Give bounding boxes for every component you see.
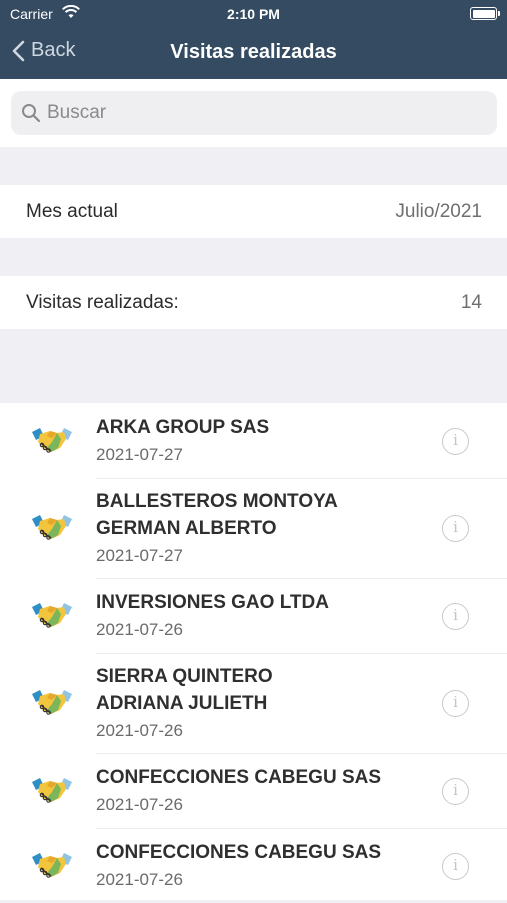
visit-client-name: CONFECCIONES CABEGU SAS	[96, 842, 382, 863]
handshake-icon	[30, 849, 74, 888]
visit-row[interactable]: BALLESTEROS MONTOYA GERMAN ALBERTO 2021-07…	[0, 478, 507, 578]
info-icon[interactable]: i	[442, 428, 469, 455]
search-bar-container	[0, 79, 507, 147]
clock: 2:10 PM	[227, 6, 280, 22]
visit-row[interactable]: CONFECCIONES CABEGU SAS 2021-07-26 i	[0, 753, 507, 828]
navigation-bar: Carrier 2:10 PM Back Visitas realizadas	[0, 0, 507, 79]
handshake-icon	[30, 511, 74, 550]
page-title: Visitas realizadas	[170, 41, 337, 63]
handshake-icon	[30, 599, 74, 638]
battery-icon	[470, 7, 500, 20]
visit-row[interactable]: SIERRA QUINTERO ADRIANA JULIETH 2021-07-26…	[0, 653, 507, 753]
info-icon[interactable]: i	[442, 778, 469, 805]
status-bar: Carrier 2:10 PM	[0, 0, 507, 28]
visit-client-name: ADRIANA JULIETH	[96, 693, 268, 714]
visits-list: ARKA GROUP SAS 2021-07-27 i BALLESTEROS MO…	[0, 403, 507, 900]
visit-date: 2021-07-26	[96, 620, 183, 639]
search-icon	[22, 104, 41, 123]
visit-date: 2021-07-26	[96, 721, 183, 740]
search-bar[interactable]	[11, 91, 497, 135]
handshake-icon	[30, 686, 74, 725]
visits-count-value: 14	[460, 291, 482, 313]
visit-client-name: SIERRA QUINTERO	[96, 666, 273, 687]
visit-date: 2021-07-27	[96, 445, 183, 464]
visit-client-name: ARKA GROUP SAS	[96, 417, 270, 438]
visit-date: 2021-07-27	[96, 546, 183, 565]
visit-client-name: INVERSIONES GAO LTDA	[96, 592, 329, 613]
visit-date: 2021-07-26	[96, 870, 183, 889]
handshake-icon	[30, 774, 74, 813]
visit-row[interactable]: ARKA GROUP SAS 2021-07-27 i	[0, 403, 507, 478]
info-icon[interactable]: i	[442, 515, 469, 542]
current-month-label: Mes actual	[26, 200, 118, 222]
handshake-icon	[30, 424, 74, 463]
info-icon[interactable]: i	[442, 690, 469, 717]
visit-row[interactable]: INVERSIONES GAO LTDA 2021-07-26 i	[0, 578, 507, 653]
visit-client-name: BALLESTEROS MONTOYA	[96, 491, 338, 512]
visit-row[interactable]: CONFECCIONES CABEGU SAS 2021-07-26 i	[0, 828, 507, 903]
visit-client-name: GERMAN ALBERTO	[96, 518, 277, 539]
visit-date: 2021-07-26	[96, 795, 183, 814]
current-month-value: Julio/2021	[395, 200, 482, 222]
info-icon[interactable]: i	[442, 853, 469, 880]
search-input[interactable]	[47, 102, 467, 124]
current-month-row: Mes actual Julio/2021	[0, 185, 507, 238]
visit-client-name: CONFECCIONES CABEGU SAS	[96, 767, 382, 788]
visits-count-label: Visitas realizadas:	[26, 291, 179, 313]
info-icon[interactable]: i	[442, 603, 469, 630]
visits-count-row: Visitas realizadas: 14	[0, 276, 507, 329]
